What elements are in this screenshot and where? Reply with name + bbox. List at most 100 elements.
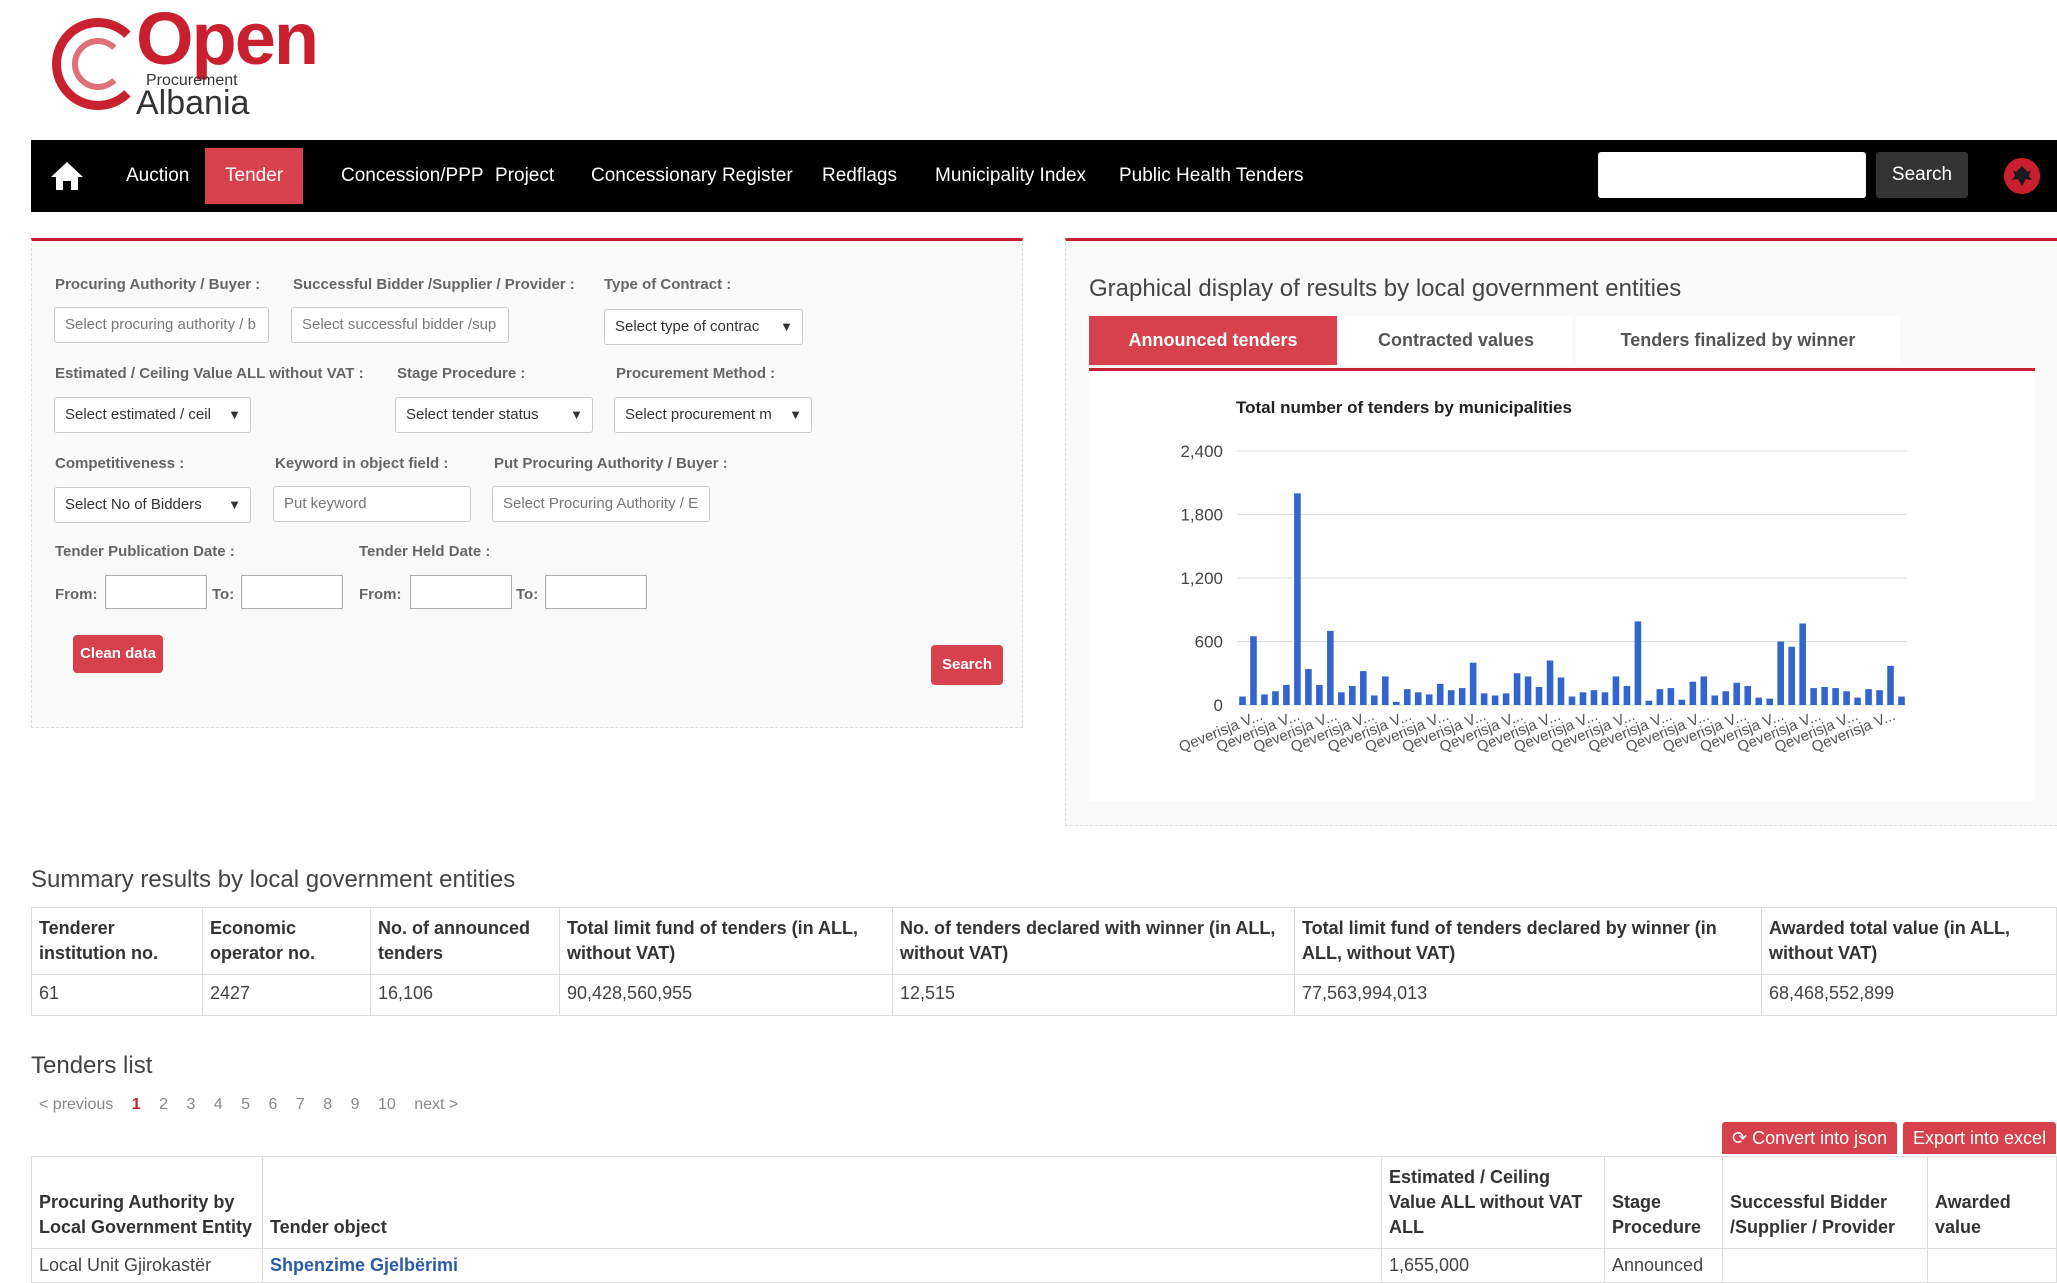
- summary-cell: 12,515: [892, 974, 1295, 1016]
- tab-tenders-finalized-by-winner[interactable]: Tenders finalized by winner: [1576, 316, 1900, 365]
- contract-type-label: Type of Contract :: [604, 276, 732, 293]
- summary-header-cell: Tenderer institution no.: [31, 907, 203, 975]
- convert-json-button[interactable]: ⟳ Convert into json: [1722, 1122, 1898, 1154]
- nav-item-concessionary-register[interactable]: Concessionary Register: [571, 148, 813, 204]
- bar: [1733, 682, 1741, 705]
- bar: [1371, 695, 1378, 705]
- stage-select[interactable]: Select tender status: [395, 397, 593, 433]
- bar: [1524, 676, 1532, 705]
- pagination-page-2[interactable]: 2: [159, 1096, 168, 1113]
- bar: [1447, 690, 1455, 705]
- procuring-authority-label: Procuring Authority / Buyer :: [55, 276, 261, 293]
- competitiveness-select[interactable]: Select No of Bidders: [54, 487, 251, 523]
- tenders-header-cell: Tender object: [262, 1156, 1382, 1249]
- put-authority-label: Put Procuring Authority / Buyer :: [494, 455, 728, 472]
- pagination-previous[interactable]: < previous: [39, 1096, 113, 1113]
- home-icon[interactable]: [49, 160, 85, 192]
- bar: [1327, 630, 1334, 705]
- pagination-page-3[interactable]: 3: [186, 1096, 195, 1113]
- publication-to-input[interactable]: [241, 575, 343, 609]
- pagination-page-1[interactable]: 1: [132, 1096, 141, 1113]
- tenders-header-row: Procuring Authority by Local Government …: [31, 1156, 2057, 1249]
- refresh-icon: ⟳: [1732, 1128, 1748, 1148]
- procurement-method-select[interactable]: Select procurement m: [614, 397, 812, 433]
- bar: [1469, 662, 1477, 705]
- bar: [1250, 636, 1257, 705]
- nav-item-redflags[interactable]: Redflags: [802, 148, 917, 204]
- bar: [1458, 688, 1466, 705]
- pagination-next[interactable]: next >: [414, 1096, 458, 1113]
- logo-albania-text: Albania: [136, 84, 250, 122]
- tab-announced-tenders[interactable]: Announced tenders: [1089, 316, 1337, 365]
- y-tick-label: 1,800: [1180, 506, 1223, 525]
- publication-from-input[interactable]: [105, 575, 207, 609]
- summary-header-cell: Total limit fund of tenders (in ALL, wit…: [559, 907, 893, 975]
- contract-type-select[interactable]: Select type of contrac: [604, 309, 803, 345]
- open-procurement-logo[interactable]: Open Procurement Albania: [50, 2, 319, 122]
- pagination-page-9[interactable]: 9: [351, 1096, 360, 1113]
- tab-contracted-values[interactable]: Contracted values: [1340, 316, 1572, 365]
- pagination-page-5[interactable]: 5: [241, 1096, 250, 1113]
- competitiveness-label: Competitiveness :: [55, 455, 185, 472]
- publication-from-label: From:: [55, 586, 98, 603]
- bar: [1887, 665, 1894, 705]
- summary-header-cell: No. of tenders declared with winner (in …: [892, 907, 1295, 975]
- nav-item-tender[interactable]: Tender: [205, 148, 304, 204]
- pagination-page-7[interactable]: 7: [296, 1096, 305, 1113]
- bar: [1766, 698, 1773, 705]
- nav-search-input[interactable]: [1598, 152, 1866, 198]
- held-to-input[interactable]: [545, 575, 647, 609]
- y-tick-label: 1,200: [1180, 569, 1223, 588]
- nav-item-public-health-tenders[interactable]: Public Health Tenders: [1099, 148, 1323, 204]
- nav-item-auction[interactable]: Auction: [106, 148, 209, 204]
- bar: [1777, 641, 1784, 705]
- bar: [1436, 683, 1444, 705]
- chart-panel-heading: Graphical display of results by local go…: [1089, 275, 1682, 302]
- bar: [1502, 693, 1510, 705]
- summary-cell: 61: [31, 974, 203, 1016]
- bar: [1865, 689, 1872, 705]
- bar: [1557, 677, 1565, 705]
- keyword-input[interactable]: Put keyword: [273, 486, 471, 522]
- bar: [1788, 646, 1795, 705]
- estimated-value-select[interactable]: Select estimated / ceil: [54, 397, 251, 433]
- summary-header-cell: Awarded total value (in ALL, without VAT…: [1761, 907, 2057, 975]
- estimated-value-label: Estimated / Ceiling Value ALL without VA…: [55, 365, 364, 382]
- bar: [1381, 676, 1389, 705]
- tenders-header-cell: Stage Procedure: [1604, 1156, 1723, 1249]
- put-authority-input[interactable]: Select Procuring Authority / E: [492, 486, 710, 522]
- bar: [1656, 689, 1664, 705]
- bar: [1272, 691, 1279, 705]
- clean-data-button[interactable]: Clean data: [73, 635, 163, 673]
- pagination-page-4[interactable]: 4: [214, 1096, 223, 1113]
- bar: [1799, 623, 1806, 705]
- summary-cell: 16,106: [370, 974, 560, 1016]
- stage-label: Stage Procedure :: [397, 365, 526, 382]
- pagination-page-10[interactable]: 10: [378, 1096, 396, 1113]
- albania-flag-icon[interactable]: [2004, 158, 2040, 194]
- filter-search-button[interactable]: Search: [931, 645, 1003, 685]
- filter-panel: Procuring Authority / Buyer : Successful…: [31, 238, 1023, 728]
- chart-title: Total number of tenders by municipalitie…: [1236, 398, 1572, 417]
- export-excel-button[interactable]: Export into excel: [1903, 1122, 2057, 1154]
- summary-header-row: Tenderer institution no. Economic operat…: [31, 907, 2057, 975]
- bar: [1305, 669, 1312, 705]
- tender-authority-cell: Local Unit Gjirokastër: [31, 1248, 263, 1283]
- bar: [1634, 621, 1642, 705]
- nav-search-button[interactable]: Search: [1876, 152, 1968, 198]
- y-tick-label: 2,400: [1180, 442, 1223, 461]
- publication-date-label: Tender Publication Date :: [55, 543, 235, 560]
- bar: [1480, 693, 1488, 705]
- nav-item-project[interactable]: Project: [475, 148, 574, 204]
- pagination-page-6[interactable]: 6: [269, 1096, 278, 1113]
- bar: [1513, 673, 1521, 705]
- summary-cell: 2427: [202, 974, 371, 1016]
- procuring-authority-select[interactable]: Select procuring authority / b: [54, 307, 269, 343]
- tender-object-link[interactable]: Shpenzime Gjelbërimi: [270, 1255, 458, 1275]
- held-from-input[interactable]: [410, 575, 512, 609]
- bidder-select[interactable]: Select successful bidder /sup: [291, 307, 509, 343]
- pagination-page-8[interactable]: 8: [323, 1096, 332, 1113]
- bar: [1425, 694, 1433, 705]
- nav-item-municipality-index[interactable]: Municipality Index: [915, 148, 1106, 204]
- y-tick-label: 0: [1214, 696, 1223, 715]
